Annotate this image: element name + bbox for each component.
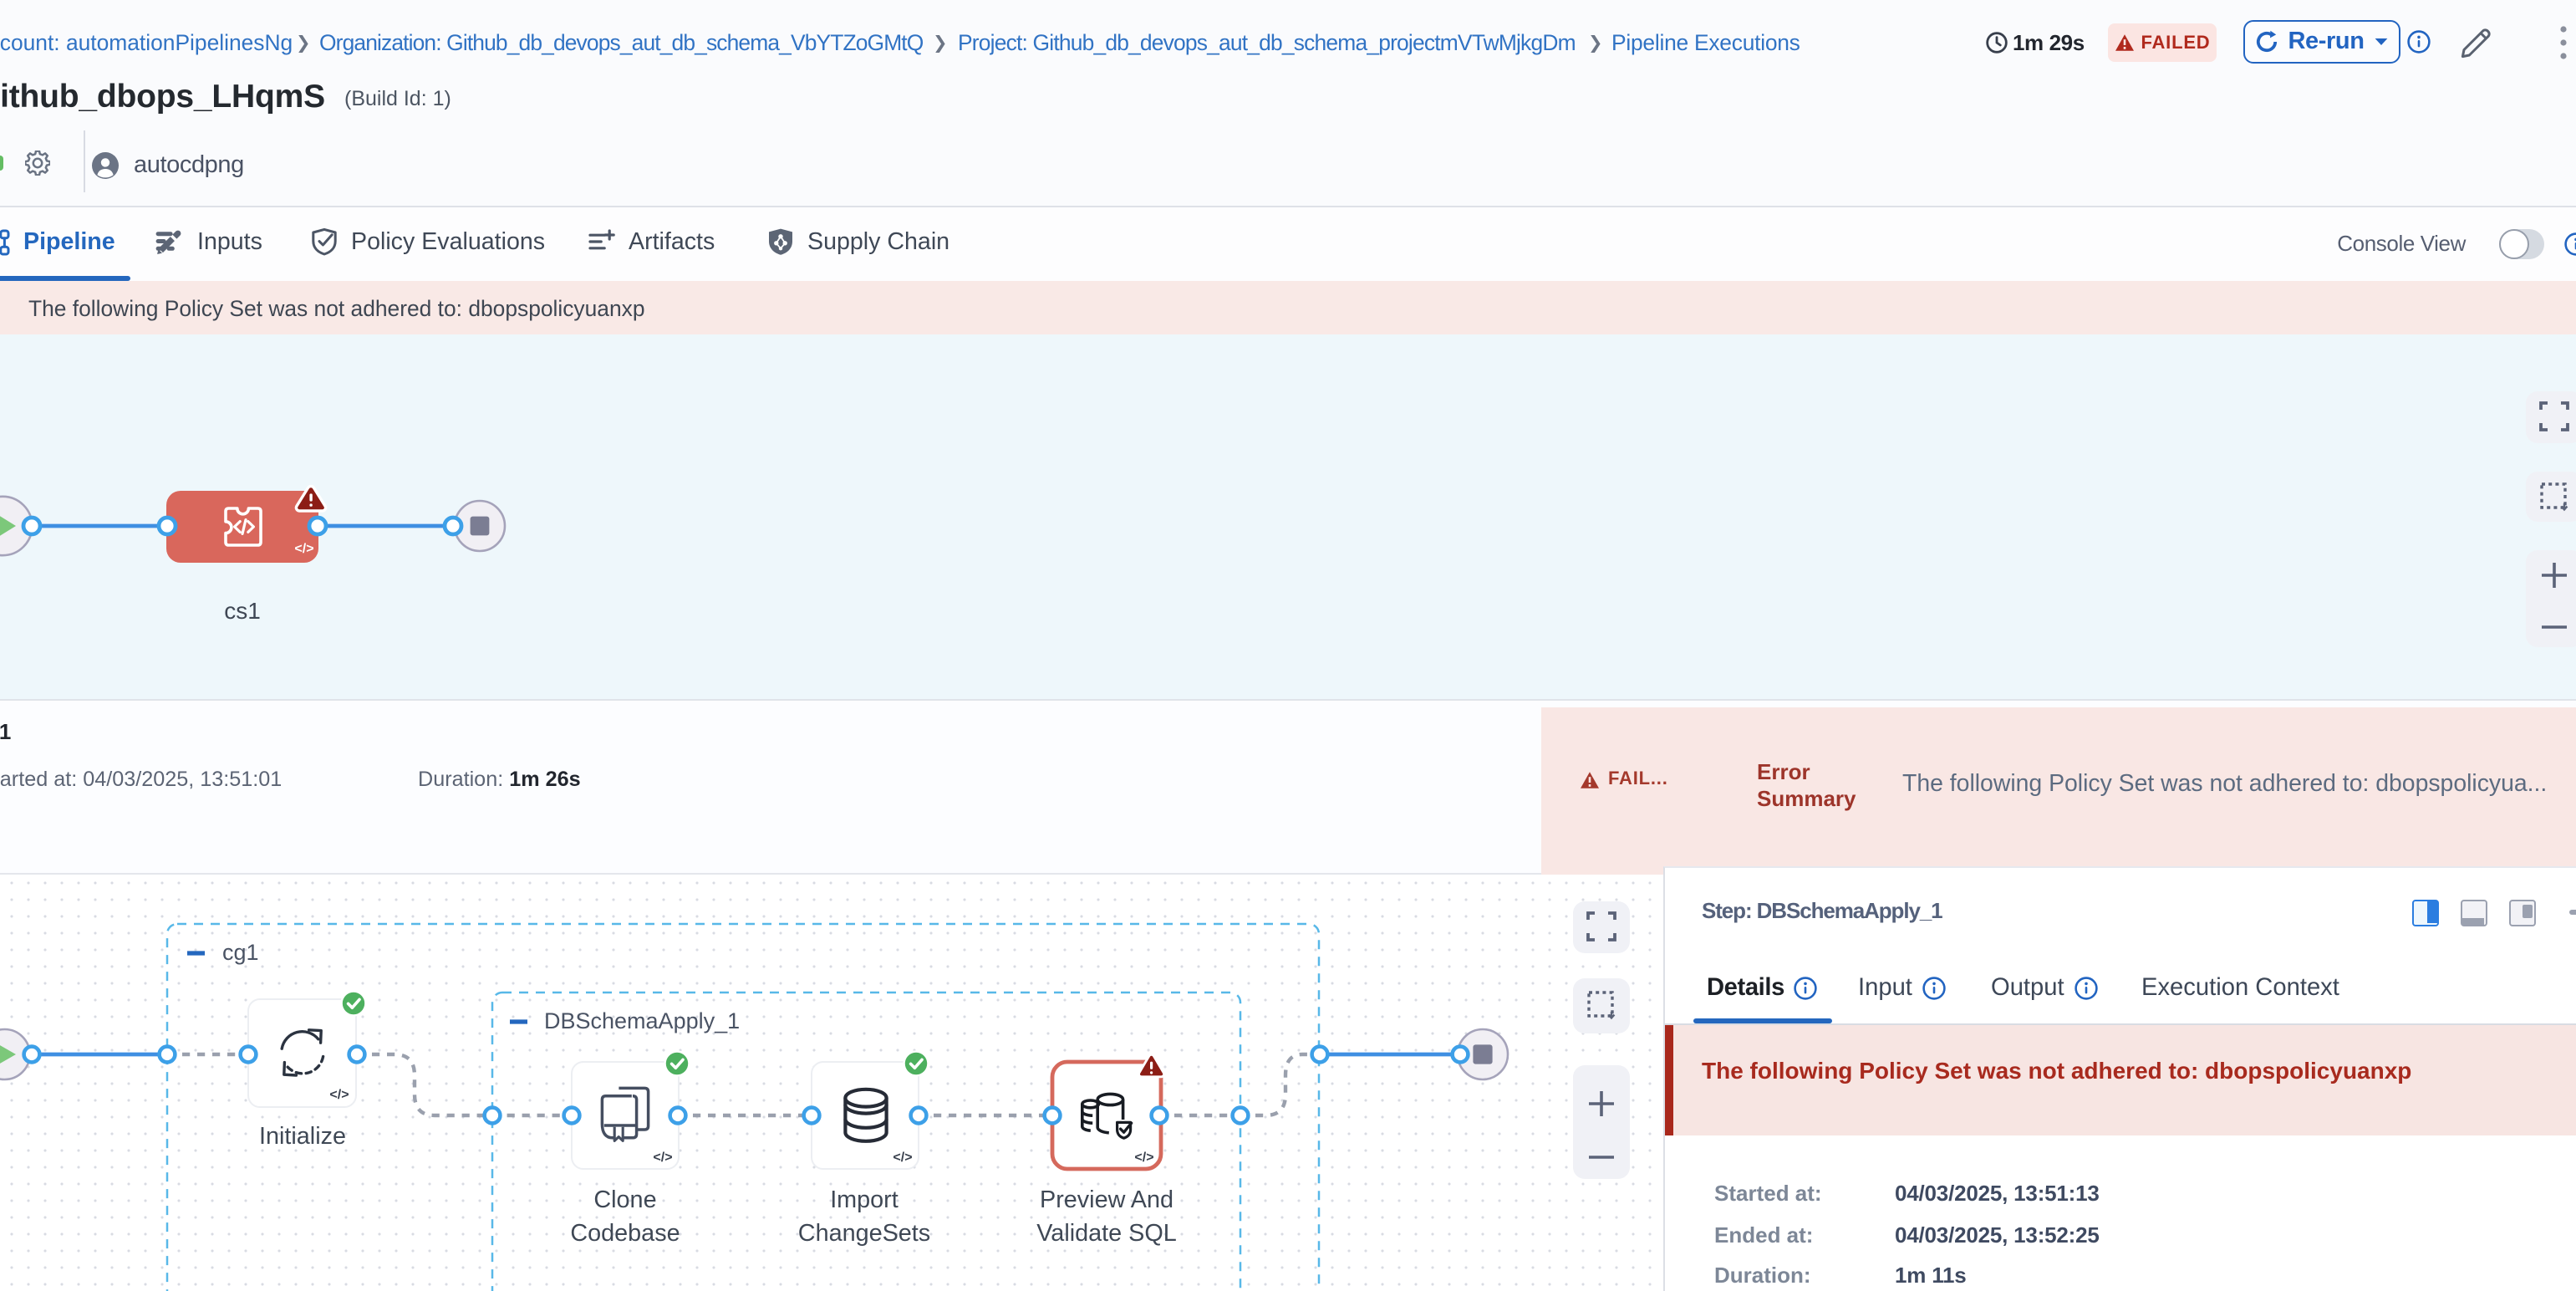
svg-text:</>: </> <box>893 1151 912 1165</box>
svg-text:</>: </> <box>294 542 313 556</box>
svg-text:</>: </> <box>1134 1151 1153 1165</box>
svg-text:</>: </> <box>653 1151 672 1165</box>
svg-text:</>: </> <box>329 1088 349 1102</box>
